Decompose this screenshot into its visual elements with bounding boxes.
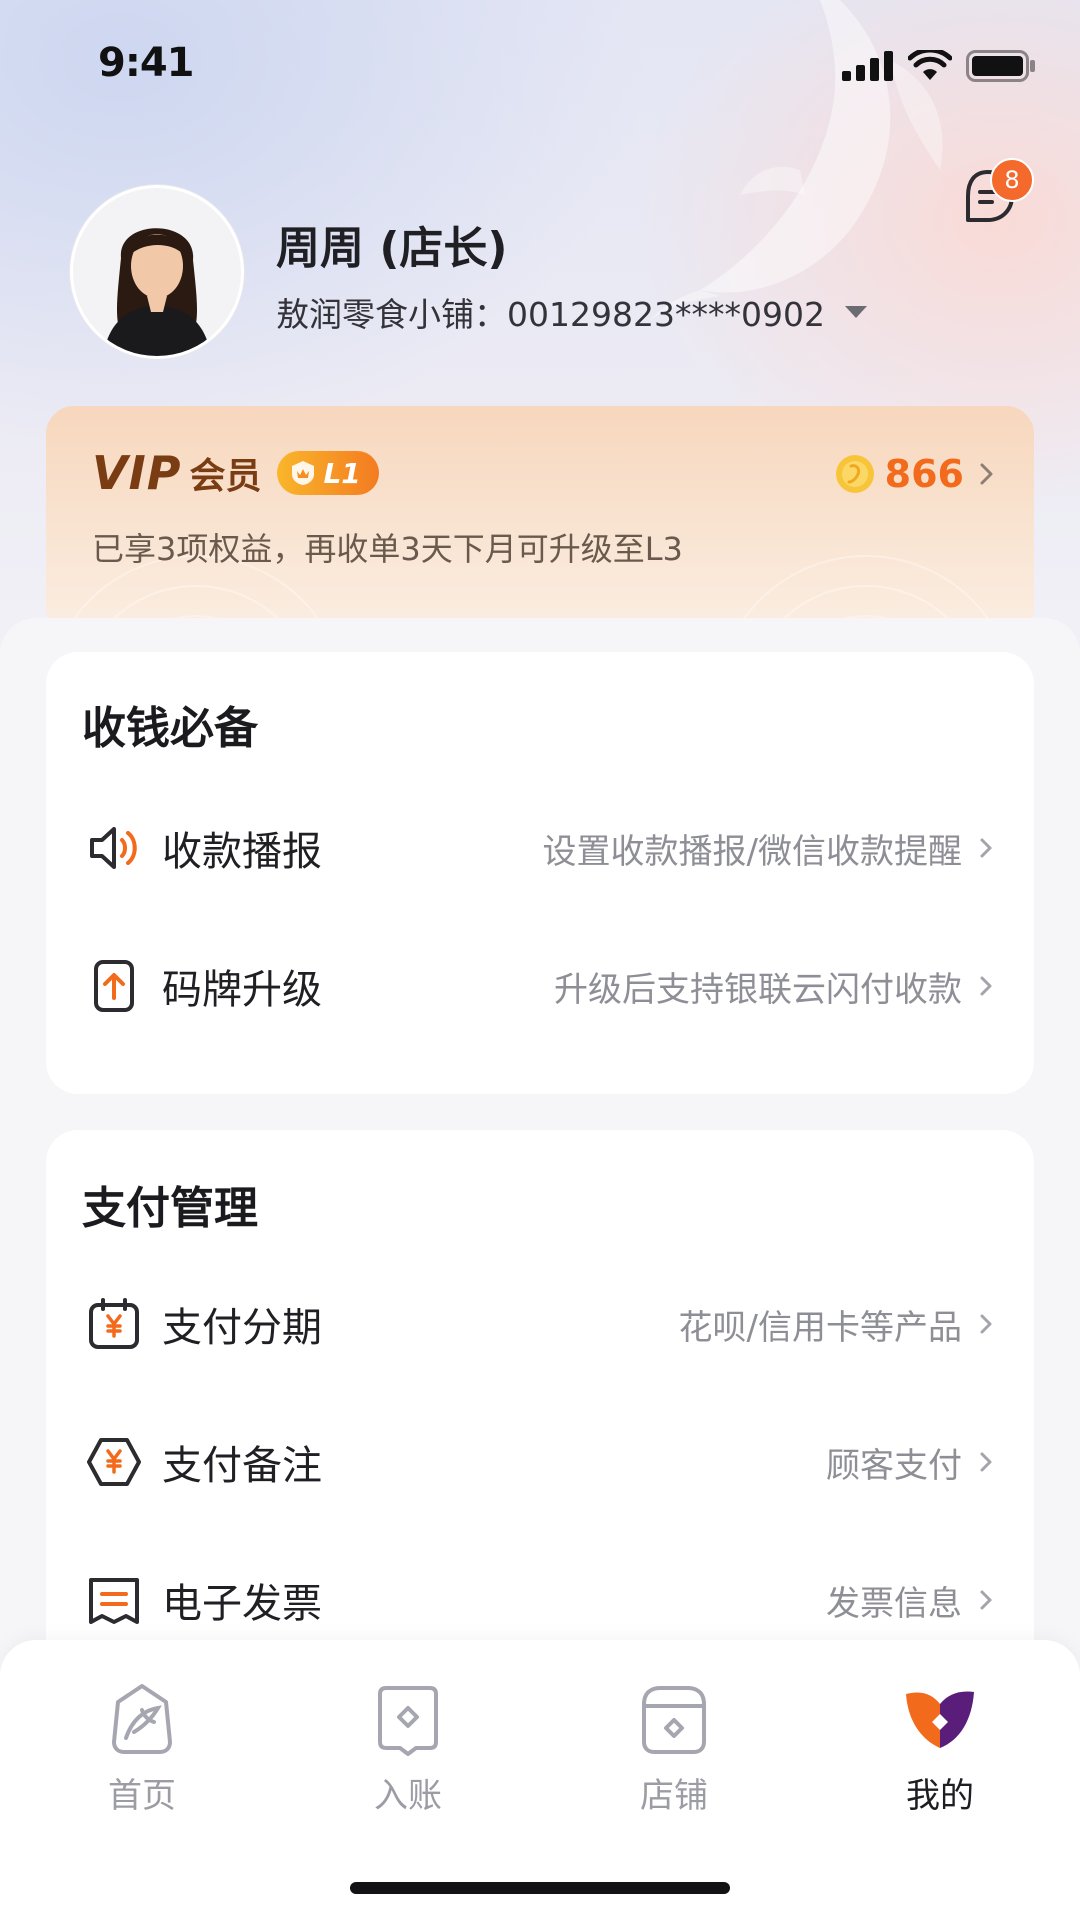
tab-home[interactable]: 首页	[62, 1680, 222, 1817]
section-card-payment: 支付管理 支付分期 花呗/信用卡等产品 支付备注 顾客支付 电子发票 发票信息	[46, 1130, 1034, 1670]
coins-count: 866	[884, 452, 964, 496]
hexagon-yuan-icon	[87, 1438, 141, 1486]
chevron-right-icon	[980, 463, 993, 485]
tab-bar: 首页 入账 店铺 我的	[0, 1640, 1080, 1920]
coins-link[interactable]: 866	[835, 452, 998, 496]
mine-logo-icon	[906, 1691, 974, 1748]
store-selector[interactable]: 敖润零食小铺：00129823****0902	[276, 288, 867, 336]
wifi-icon	[908, 50, 952, 80]
status-icons	[842, 50, 1036, 82]
vip-text: VIP	[92, 446, 182, 500]
menu-label: 支付备注	[162, 1443, 322, 1489]
tab-label: 店铺	[640, 1776, 708, 1816]
invoice-icon	[89, 1578, 139, 1624]
tab-mine[interactable]: 我的	[860, 1680, 1020, 1817]
upgrade-icon	[94, 960, 134, 1012]
vip-card-ripple-decoration	[62, 555, 1000, 636]
menu-label: 收款播报	[162, 829, 322, 875]
chevron-right-icon	[980, 838, 992, 858]
menu-label: 电子发票	[162, 1581, 322, 1627]
menu-row-voice-broadcast[interactable]: 收款播报 设置收款播报/微信收款提醒	[46, 798, 1034, 898]
tab-income[interactable]: 入账	[328, 1680, 488, 1817]
menu-row-payment-note[interactable]: 支付备注 顾客支付	[46, 1412, 1034, 1512]
vip-level: L1	[323, 456, 361, 490]
menu-desc: 设置收款播报/微信收款提醒	[542, 831, 962, 872]
menu-label: 码牌升级	[162, 967, 322, 1013]
koi-watermark-icon	[650, 0, 943, 320]
menu-row-e-invoice[interactable]: 电子发票 发票信息	[46, 1550, 1034, 1650]
tab-label: 首页	[108, 1776, 176, 1816]
menu-label: 支付分期	[162, 1305, 322, 1351]
chevron-right-icon	[980, 1314, 992, 1334]
chevron-right-icon	[980, 976, 992, 996]
section-card-collect: 收钱必备 收款播报 设置收款播报/微信收款提醒 码牌升级 升级后支持银联云闪付收…	[46, 652, 1034, 1094]
status-time: 9:41	[98, 40, 194, 86]
menu-row-qr-upgrade[interactable]: 码牌升级 升级后支持银联云闪付收款	[46, 936, 1034, 1036]
store-name: 敖润零食小铺：00129823****0902	[276, 295, 825, 334]
user-name: 周周 (店长)	[276, 223, 508, 274]
avatar[interactable]	[70, 185, 244, 359]
menu-desc: 升级后支持银联云闪付收款	[554, 969, 962, 1010]
menu-desc: 顾客支付	[826, 1445, 962, 1486]
cellular-signal-icon	[842, 51, 893, 81]
tab-store[interactable]: 店铺	[594, 1680, 754, 1817]
menu-desc: 花呗/信用卡等产品	[678, 1307, 962, 1348]
koi-home-icon	[112, 1684, 172, 1754]
crown-shield-icon	[292, 461, 315, 485]
chevron-right-icon	[980, 1590, 992, 1610]
menu-desc: 发票信息	[826, 1583, 962, 1624]
store-icon	[642, 1686, 706, 1754]
section-title: 支付管理	[82, 1183, 258, 1234]
section-title: 收钱必备	[82, 703, 258, 754]
vip-subtitle: 已享3项权益，再收单3天下月可升级至L3	[92, 530, 683, 568]
vip-member-text: 会员	[189, 456, 262, 497]
message-badge: 8	[990, 158, 1034, 202]
tab-label: 我的	[906, 1776, 974, 1816]
vip-level-badge: L1	[277, 451, 379, 495]
chevron-right-icon	[980, 1452, 992, 1472]
home-indicator	[350, 1882, 730, 1894]
tab-label: 入账	[374, 1776, 442, 1816]
vip-card[interactable]: VIP 会员 L1 已享3项权益，再收单3天下月可升级至L3 866	[46, 406, 1034, 636]
income-icon	[378, 1686, 438, 1756]
speaker-icon	[90, 827, 137, 869]
battery-icon	[966, 50, 1035, 82]
vip-title: VIP 会员 L1	[92, 446, 379, 500]
avatar-portrait-icon	[73, 188, 241, 356]
calendar-yuan-icon	[89, 1298, 139, 1349]
caret-down-icon	[844, 306, 867, 318]
coin-icon	[835, 455, 874, 493]
menu-row-installment[interactable]: 支付分期 花呗/信用卡等产品	[46, 1274, 1034, 1374]
